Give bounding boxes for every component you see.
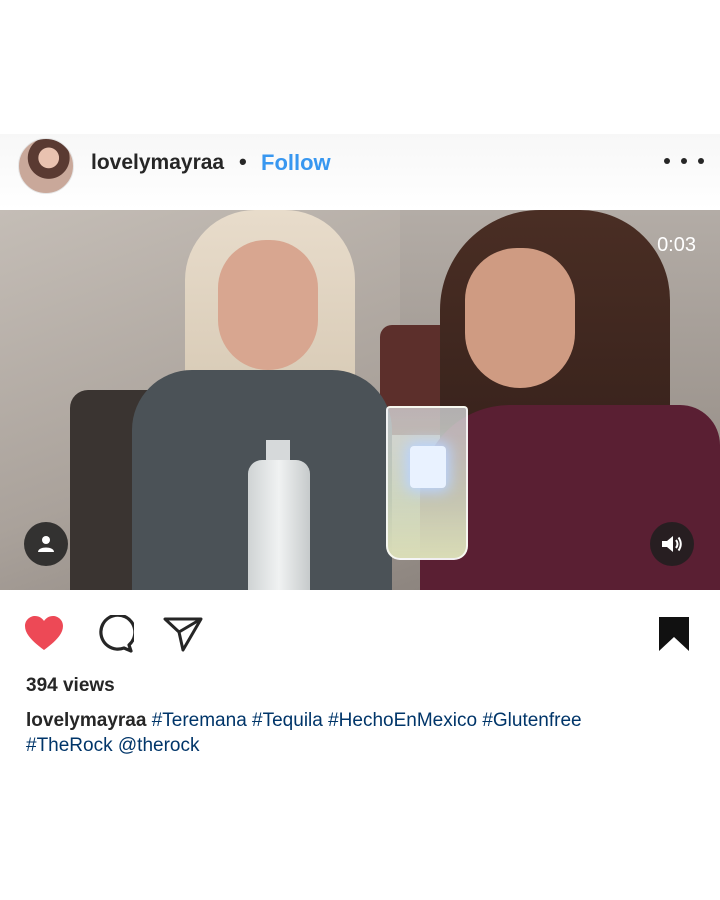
post-header: lovelymayraa • Follow [0, 134, 720, 210]
video-timer: 0:03 [657, 234, 696, 256]
hashtag-link[interactable]: #HechoEnMexico [328, 710, 477, 731]
more-options-icon[interactable] [664, 146, 704, 176]
avatar[interactable] [18, 138, 74, 194]
post-card: lovelymayraa • Follow 0:03 394 views lov… [0, 134, 720, 766]
more-dot [698, 158, 704, 164]
post-video[interactable]: 0:03 [0, 210, 720, 590]
volume-icon [662, 536, 682, 552]
separator-dot: • [239, 149, 247, 174]
person-right-face [465, 248, 575, 388]
person-left-face [218, 240, 318, 370]
comment-icon[interactable] [95, 614, 135, 654]
hashtag-link[interactable]: #Tequila [252, 710, 323, 731]
share-icon[interactable] [163, 614, 203, 654]
bookmark-icon[interactable] [654, 614, 694, 654]
follow-button[interactable]: Follow [261, 150, 331, 176]
view-count: 394 views [26, 675, 115, 696]
heart-icon[interactable] [24, 614, 64, 654]
user-tag-icon[interactable] [24, 522, 68, 566]
post-caption: lovelymayraa #Teremana #Tequila #HechoEn… [26, 708, 706, 758]
speaker-icon[interactable] [650, 522, 694, 566]
hashtag-link[interactable]: #Glutenfree [482, 710, 581, 731]
action-bar [0, 614, 720, 654]
glowing-ice-cube [410, 446, 446, 488]
mention-link[interactable]: @therock [118, 735, 200, 756]
more-dot [681, 158, 687, 164]
person-icon [38, 536, 54, 552]
hashtag-link[interactable]: #TheRock [26, 735, 113, 756]
tequila-bottle [248, 460, 310, 590]
post-username[interactable]: lovelymayraa [91, 151, 224, 175]
caption-username[interactable]: lovelymayraa [26, 710, 146, 731]
hashtag-link[interactable]: #Teremana [152, 710, 247, 731]
more-dot [664, 158, 670, 164]
